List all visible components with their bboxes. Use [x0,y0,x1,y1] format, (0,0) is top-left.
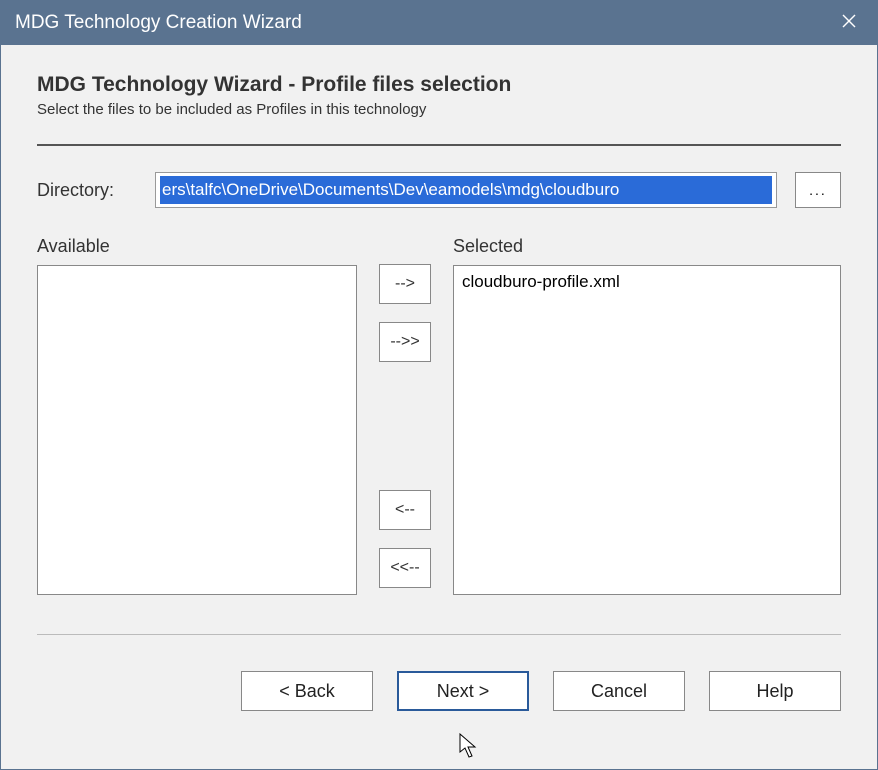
remove-button[interactable]: <-- [379,490,431,530]
mouse-cursor-icon [459,733,479,759]
footer-buttons: < Back Next > Cancel Help [37,635,841,725]
window-title: MDG Technology Creation Wizard [15,12,302,34]
add-all-button[interactable]: -->> [379,322,431,362]
remove-all-button[interactable]: <<-- [379,548,431,588]
page-subheading: Select the files to be included as Profi… [37,101,841,118]
directory-row: Directory: ... [37,172,841,208]
next-button[interactable]: Next > [397,671,529,711]
cancel-button[interactable]: Cancel [553,671,685,711]
help-button[interactable]: Help [709,671,841,711]
transfer-area: Available --> -->> <-- <<-- Selected clo… [37,236,841,606]
selected-listbox[interactable]: cloudburo-profile.xml [453,265,841,595]
directory-input-wrap [155,172,777,208]
wizard-content: MDG Technology Wizard - Profile files se… [1,45,877,769]
header-divider [37,144,841,146]
browse-directory-button[interactable]: ... [795,172,841,208]
wizard-window: MDG Technology Creation Wizard MDG Techn… [0,0,878,770]
title-bar: MDG Technology Creation Wizard [1,1,877,45]
list-item[interactable]: cloudburo-profile.xml [462,272,832,292]
back-button[interactable]: < Back [241,671,373,711]
directory-label: Directory: [37,180,137,201]
directory-input[interactable] [160,176,772,204]
selected-label: Selected [453,236,841,257]
available-column: Available [37,236,357,606]
page-heading: MDG Technology Wizard - Profile files se… [37,73,841,97]
available-label: Available [37,236,357,257]
window-close-button[interactable] [821,1,877,45]
add-button[interactable]: --> [379,264,431,304]
available-listbox[interactable] [37,265,357,595]
selected-column: Selected cloudburo-profile.xml [453,236,841,606]
transfer-buttons: --> -->> <-- <<-- [375,236,435,606]
close-icon [842,13,856,33]
